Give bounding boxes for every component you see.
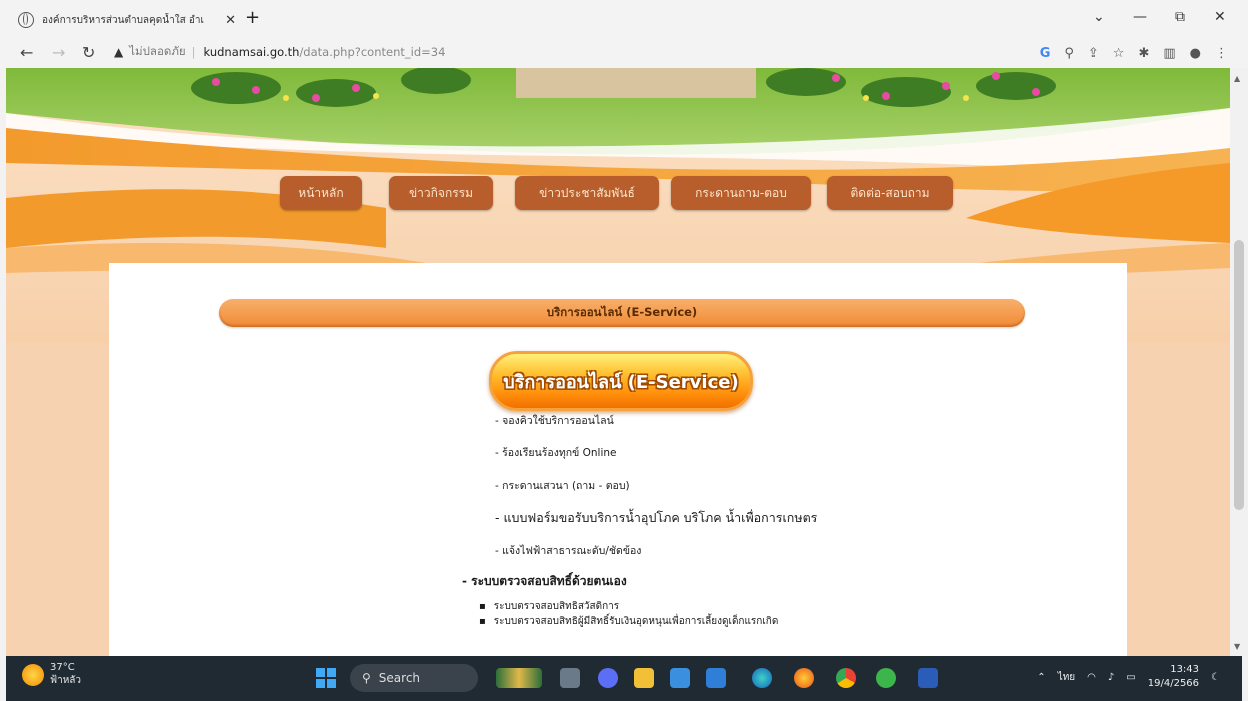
scroll-up-arrow-icon[interactable]: ▲ xyxy=(1234,74,1240,83)
address-bar-row: ← → ↻ ▲ ไม่ปลอดภัย | kudnamsai.go.th /da… xyxy=(0,38,1248,68)
globe-icon xyxy=(18,12,34,28)
minimize-button[interactable]: — xyxy=(1133,9,1147,25)
firefox-icon[interactable] xyxy=(794,668,814,688)
google-icon[interactable]: G xyxy=(1040,46,1051,61)
tab-close-button[interactable]: ✕ xyxy=(225,13,236,28)
clock-time: 13:43 xyxy=(1170,664,1200,675)
speaker-icon[interactable]: ♪ xyxy=(1108,672,1114,683)
service-link-water-request-form[interactable]: - แบบฟอร์มขอรับบริการน้ำอุปโภค บริโภค น้… xyxy=(495,508,817,528)
url-path: /data.php?content_id=34 xyxy=(299,45,446,59)
input-language[interactable]: ไทย xyxy=(1058,670,1075,685)
url-field[interactable]: ▲ ไม่ปลอดภัย | kudnamsai.go.th /data.php… xyxy=(114,43,445,61)
e-service-header-bar: บริการออนไลน์ (E-Service) xyxy=(219,299,1025,327)
wifi-icon[interactable]: ◠ xyxy=(1087,672,1096,683)
self-check-section-title: - ระบบตรวจสอบสิทธิ์ด้วยตนเอง xyxy=(462,574,627,588)
share-icon[interactable]: ⇪ xyxy=(1088,46,1099,61)
task-view-icon[interactable] xyxy=(560,668,580,688)
page-viewport: หน้าหลัก ข่าวกิจกรรม ข่าวประชาสัมพันธ์ ก… xyxy=(6,68,1230,656)
notification-icon[interactable]: ☾ xyxy=(1211,672,1220,683)
taskbar-search[interactable]: ⚲ Search xyxy=(350,664,478,692)
new-tab-button[interactable]: + xyxy=(245,7,260,28)
scrollbar-thumb[interactable] xyxy=(1234,240,1244,510)
battery-icon[interactable]: ▭ xyxy=(1126,672,1135,683)
service-link-qa-forum[interactable]: - กระดานเสวนา (ถาม - ตอบ) xyxy=(495,477,630,494)
menu-dots-icon[interactable]: ⋮ xyxy=(1215,46,1228,61)
weather-widget[interactable]: 37°C ฟ้าหลัว xyxy=(22,662,81,688)
restore-button[interactable]: ⧉ xyxy=(1175,9,1185,25)
nav-qa-board-button[interactable]: กระดานถาม-ตอบ xyxy=(671,176,811,210)
scroll-down-arrow-icon[interactable]: ▼ xyxy=(1234,642,1240,651)
url-host: kudnamsai.go.th xyxy=(203,45,300,59)
windows-start-icon[interactable] xyxy=(316,668,336,688)
browser-tab-bar: องค์การบริหารส่วนตำบลคุดน้ำใส อำเ ✕ + ⌄ … xyxy=(0,0,1248,38)
search-label: Search xyxy=(378,671,421,685)
extensions-icon[interactable]: ✱ xyxy=(1138,46,1149,61)
profile-icon[interactable]: ● xyxy=(1190,46,1201,61)
windows-taskbar: 37°C ฟ้าหลัว ⚲ Search ⌃ ไทย ◠ ♪ ▭ 13:43 … xyxy=(6,656,1242,701)
e-service-button[interactable]: บริการออนไลน์ (E-Service) xyxy=(489,351,753,411)
zoom-icon[interactable]: ⚲ xyxy=(1064,46,1074,61)
nav-activities-button[interactable]: ข่าวกิจกรรม xyxy=(389,176,493,210)
landscape-widget-icon[interactable] xyxy=(496,668,542,688)
service-link-complaint[interactable]: - ร้องเรียนร้องทุกข์ Online xyxy=(495,444,617,461)
mail-icon[interactable] xyxy=(706,668,726,688)
side-panel-icon[interactable]: ▥ xyxy=(1163,46,1175,61)
service-link-queue-booking[interactable]: - จองคิวใช้บริการออนไลน์ xyxy=(495,412,614,429)
content-panel: บริการออนไลน์ (E-Service) บริการออนไลน์ … xyxy=(109,263,1127,656)
edge-browser-icon[interactable] xyxy=(752,668,772,688)
warning-icon: ▲ xyxy=(114,45,124,59)
chrome-icon[interactable] xyxy=(836,668,856,688)
chevron-up-icon[interactable]: ⌃ xyxy=(1037,672,1045,683)
weather-condition: ฟ้าหลัว xyxy=(50,675,82,686)
word-icon[interactable] xyxy=(918,668,938,688)
sun-haze-icon xyxy=(22,664,44,686)
system-tray: ⌃ ไทย ◠ ♪ ▭ 13:43 19/4/2566 ☾ xyxy=(1037,663,1220,691)
nav-contact-button[interactable]: ติดต่อ-สอบถาม xyxy=(827,176,953,210)
forward-arrow-icon[interactable]: → xyxy=(52,43,65,62)
teams-chat-icon[interactable] xyxy=(598,668,618,688)
line-app-icon[interactable] xyxy=(876,668,896,688)
page-scrollbar[interactable]: ▲ ▼ xyxy=(1230,68,1248,656)
service-link-streetlight-report[interactable]: - แจ้งไฟฟ้าสาธารณะดับ/ชัดข้อง xyxy=(495,542,641,559)
back-arrow-icon[interactable]: ← xyxy=(20,43,33,62)
reload-icon[interactable]: ↻ xyxy=(82,43,95,62)
tab-title: องค์การบริหารส่วนตำบลคุดน้ำใส อำเ xyxy=(42,14,204,26)
insecure-label: ไม่ปลอดภัย xyxy=(129,44,186,58)
file-explorer-icon[interactable] xyxy=(634,668,654,688)
toolbar-icons: G ⚲ ⇪ ☆ ✱ ▥ ● ⋮ xyxy=(1040,46,1228,61)
close-window-button[interactable]: ✕ xyxy=(1214,9,1226,25)
url-separator: | xyxy=(191,45,196,59)
search-icon: ⚲ xyxy=(362,671,371,685)
child-subsidy-check-link[interactable]: ระบบตรวจสอบสิทธิผู้มีสิทธิ์รับเงินอุดหนุ… xyxy=(479,614,779,629)
nav-pr-news-button[interactable]: ข่าวประชาสัมพันธ์ xyxy=(515,176,659,210)
microsoft-store-icon[interactable] xyxy=(670,668,690,688)
welfare-check-link[interactable]: ระบบตรวจสอบสิทธิสวัสดิการ xyxy=(479,599,619,614)
tab-search-button[interactable]: ⌄ xyxy=(1093,9,1105,25)
nav-home-button[interactable]: หน้าหลัก xyxy=(280,176,362,210)
weather-temperature: 37°C xyxy=(50,662,75,673)
clock-date: 19/4/2566 xyxy=(1147,678,1200,689)
taskbar-clock[interactable]: 13:43 19/4/2566 xyxy=(1148,663,1199,691)
bookmark-star-icon[interactable]: ☆ xyxy=(1113,46,1125,61)
browser-tab[interactable]: องค์การบริหารส่วนตำบลคุดน้ำใส อำเ ✕ xyxy=(18,7,236,33)
